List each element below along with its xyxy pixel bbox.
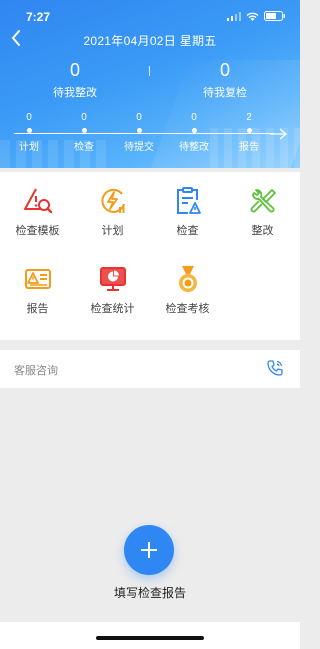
timeline-item-plan[interactable]: 0 计划	[6, 112, 52, 153]
add-report-label[interactable]: 填写检查报告	[0, 584, 300, 601]
phone-icon[interactable]	[266, 359, 284, 377]
lightning-chart-icon	[100, 188, 125, 213]
warning-search-icon	[23, 188, 52, 214]
monitor-pie-icon	[99, 267, 126, 291]
customer-service-label: 客服咨询	[14, 365, 58, 377]
timeline-value: 2	[246, 112, 252, 123]
timeline-label: 待整改	[179, 142, 209, 153]
menu-label: 检查	[176, 225, 199, 237]
menu-item-report[interactable]: 报告	[0, 264, 75, 316]
arrow-right-icon	[270, 128, 287, 140]
menu-label: 检查统计	[90, 303, 135, 315]
customer-service-row[interactable]: 客服咨询	[0, 350, 300, 388]
timeline-value: 0	[191, 112, 197, 123]
timeline-dot	[191, 128, 197, 133]
timeline-value: 0	[81, 112, 87, 123]
plus-icon-vertical	[148, 542, 150, 558]
timeline-item-inspect[interactable]: 0 检查	[61, 112, 107, 153]
menu-label: 整改	[251, 225, 274, 237]
medal-icon	[178, 266, 197, 292]
stat-value: 0	[219, 60, 230, 80]
menu-item-inspection-assessment[interactable]: 检查考核	[150, 264, 225, 316]
battery-icon	[264, 11, 285, 21]
timeline-label: 计划	[19, 142, 39, 153]
status-bar: 7:27	[0, 8, 300, 26]
pending-recheck-stat[interactable]: 0 待我复检	[150, 60, 300, 100]
wrench-screwdriver-icon	[250, 189, 276, 213]
stat-label: 待我复检	[203, 87, 247, 99]
status-icons	[227, 11, 286, 21]
timeline-dot	[81, 128, 87, 133]
wifi-icon	[246, 12, 259, 21]
clipboard-warning-icon	[176, 187, 201, 214]
menu-label: 报告	[26, 303, 49, 315]
timeline-dot	[136, 128, 142, 133]
stat-label: 待我整改	[53, 87, 97, 99]
menu-item-check-template[interactable]: 检查模板	[0, 186, 75, 238]
timeline-dot	[26, 128, 32, 133]
menu-item-inspect[interactable]: 检查	[150, 186, 225, 238]
timeline-item-to-rectify[interactable]: 0 待整改	[171, 112, 217, 153]
menu-item-plan[interactable]: 计划	[75, 186, 150, 238]
menu-label: 检查考核	[165, 303, 210, 315]
function-menu: 检查模板 计划 检查 整改 报告 检查统计 检查考核	[0, 172, 300, 340]
timeline-value: 0	[136, 112, 142, 123]
date-title: 2021年04月02日 星期五	[83, 34, 217, 48]
menu-label: 检查模板	[15, 225, 60, 237]
timeline-label: 报告	[239, 142, 259, 153]
menu-item-inspection-stats[interactable]: 检查统计	[75, 264, 150, 316]
status-time: 7:27	[26, 10, 51, 24]
timeline-label: 待提交	[124, 142, 154, 153]
timeline-label: 检查	[74, 142, 94, 153]
timeline-item-to-submit[interactable]: 0 待提交	[116, 112, 162, 153]
pending-rectify-stat[interactable]: 0 待我整改	[0, 60, 150, 100]
timeline-value: 0	[26, 112, 32, 123]
timeline-item-report[interactable]: 2 报告	[226, 112, 272, 153]
stat-value: 0	[69, 60, 80, 80]
signal-icon	[227, 11, 241, 21]
add-report-button[interactable]	[124, 525, 174, 575]
report-warning-icon	[24, 269, 51, 289]
home-indicator	[96, 636, 204, 640]
header-banner: 7:27 2021年04月02日 星期五 0 待我整改 0 待我复检 0 计划 …	[0, 0, 300, 168]
menu-item-rectify[interactable]: 整改	[225, 186, 300, 238]
progress-timeline: 0 计划 0 检查 0 待提交 0 待整改 2 报告	[0, 112, 300, 162]
menu-label: 计划	[101, 225, 124, 237]
timeline-dot	[246, 128, 252, 133]
